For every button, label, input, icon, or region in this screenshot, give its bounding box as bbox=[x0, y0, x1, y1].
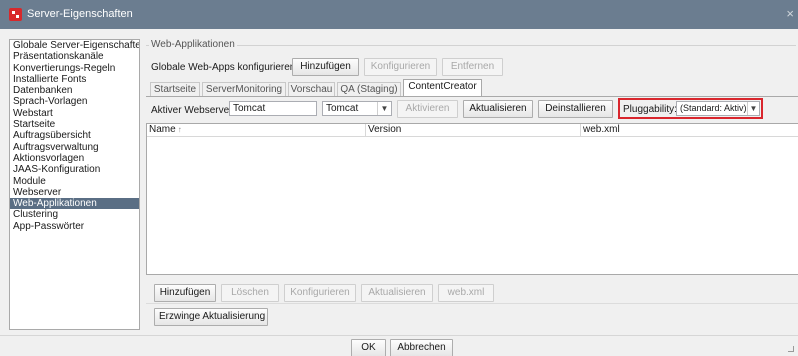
webserver-select[interactable]: Tomcat ▼ bbox=[322, 101, 392, 116]
sidebar-item[interactable]: Web-Applikationen bbox=[10, 198, 139, 210]
uninstall-button[interactable]: Deinstallieren bbox=[538, 100, 613, 118]
sidebar-item[interactable]: Konvertierungs-Regeln bbox=[10, 63, 139, 74]
tab-qa-staging[interactable]: QA (Staging) bbox=[337, 82, 401, 96]
sidebar-item[interactable]: Sprach-Vorlagen bbox=[10, 96, 139, 107]
sidebar-item[interactable]: Präsentationskanäle bbox=[10, 51, 139, 62]
table-configure-button[interactable]: Konfigurieren bbox=[284, 284, 356, 302]
sidebar-list[interactable]: Globale Server-Eigenschaften Präsentation… bbox=[9, 39, 140, 330]
column-header-name[interactable]: Name ↑ bbox=[147, 124, 366, 136]
sidebar-item[interactable]: Aktionsvorlagen bbox=[10, 153, 139, 164]
sidebar-item[interactable]: JAAS-Konfiguration bbox=[10, 164, 139, 175]
global-add-button[interactable]: Hinzufügen bbox=[292, 58, 359, 76]
title-bar: Server-Eigenschaften × bbox=[0, 0, 798, 29]
webapp-table[interactable]: Name ↑ Version web.xml bbox=[146, 123, 798, 275]
tab-strip-divider bbox=[146, 96, 798, 97]
tab-servermonitoring[interactable]: ServerMonitoring bbox=[202, 82, 286, 96]
activate-button[interactable]: Aktivieren bbox=[397, 100, 458, 118]
sort-indicator-icon: ↑ bbox=[177, 125, 182, 134]
column-header-version[interactable]: Version bbox=[366, 124, 581, 136]
sidebar-item[interactable]: Webserver bbox=[10, 187, 139, 198]
window-title: Server-Eigenschaften bbox=[27, 8, 133, 20]
sidebar-item[interactable]: Installierte Fonts bbox=[10, 74, 139, 85]
chevron-down-icon: ▼ bbox=[377, 102, 391, 115]
table-header: Name ↑ Version web.xml bbox=[147, 124, 798, 137]
force-update-button[interactable]: Erzwinge Aktualisierung bbox=[154, 308, 268, 326]
tab-contentcreator[interactable]: ContentCreator bbox=[403, 79, 482, 96]
global-configure-button[interactable]: Konfigurieren bbox=[364, 58, 437, 76]
table-add-button[interactable]: Hinzufügen bbox=[154, 284, 216, 302]
pluggability-select-value: (Standard: Aktiv) bbox=[680, 103, 747, 113]
global-remove-button[interactable]: Entfernen bbox=[442, 58, 503, 76]
table-webxml-button[interactable]: web.xml bbox=[438, 284, 494, 302]
sidebar-item[interactable]: Auftragsverwaltung bbox=[10, 142, 139, 153]
global-webapps-label: Globale Web-Apps konfigurieren: bbox=[151, 62, 299, 73]
sidebar-item[interactable]: Globale Server-Eigenschaften bbox=[10, 40, 139, 51]
table-delete-button[interactable]: Löschen bbox=[221, 284, 279, 302]
section-divider bbox=[146, 303, 798, 304]
active-webserver-label: Aktiver Webserver: bbox=[151, 105, 236, 116]
sidebar-item[interactable]: Module bbox=[10, 176, 139, 187]
close-icon[interactable]: × bbox=[786, 6, 794, 21]
webserver-select-value: Tomcat bbox=[326, 103, 359, 114]
sidebar-item[interactable]: Datenbanken bbox=[10, 85, 139, 96]
sidebar-item[interactable]: Webstart bbox=[10, 108, 139, 119]
pluggability-select[interactable]: (Standard: Aktiv) ▼ bbox=[676, 101, 760, 116]
column-header-webxml[interactable]: web.xml bbox=[581, 124, 798, 136]
sidebar-item[interactable]: App-Passwörter bbox=[10, 221, 139, 232]
sidebar-item[interactable]: Auftragsübersicht bbox=[10, 130, 139, 141]
webserver-name-field[interactable]: Tomcat bbox=[229, 101, 317, 116]
ok-button[interactable]: OK bbox=[351, 339, 386, 356]
dialog-divider bbox=[0, 335, 798, 336]
sidebar-item[interactable]: Startseite bbox=[10, 119, 139, 130]
table-update-button[interactable]: Aktualisieren bbox=[361, 284, 433, 302]
tab-startseite[interactable]: Startseite bbox=[150, 82, 200, 96]
group-title: Web-Applikationen bbox=[149, 39, 237, 50]
app-icon bbox=[9, 8, 22, 21]
resize-grip-icon[interactable] bbox=[788, 346, 794, 352]
update-webserver-button[interactable]: Aktualisieren bbox=[463, 100, 533, 118]
sidebar-item[interactable]: Clustering bbox=[10, 209, 139, 220]
cancel-button[interactable]: Abbrechen bbox=[390, 339, 453, 356]
tab-vorschau[interactable]: Vorschau bbox=[288, 82, 335, 96]
group-divider bbox=[146, 45, 796, 46]
pluggability-label: Pluggability: bbox=[623, 104, 677, 115]
chevron-down-icon: ▼ bbox=[747, 102, 759, 115]
column-label-name: Name bbox=[149, 124, 176, 135]
